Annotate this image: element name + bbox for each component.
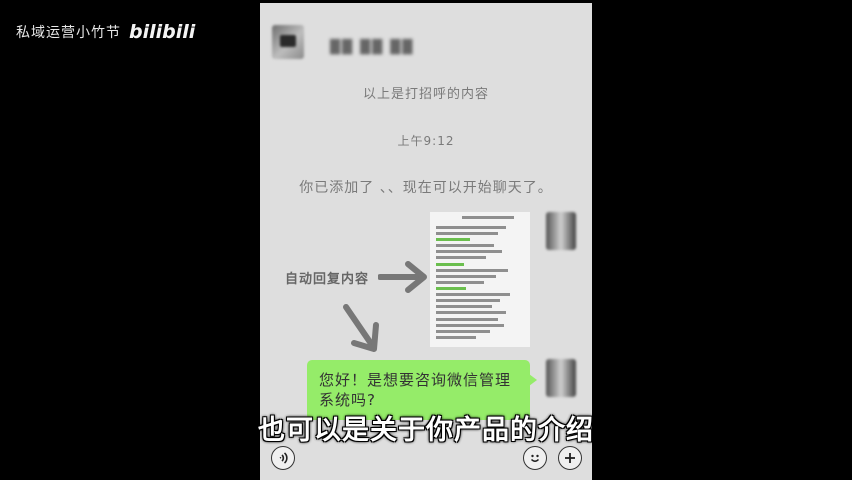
arrow-right-icon [378,261,427,293]
friend-added-notice: 你已添加了 、、现在可以开始聊天了。 [299,180,553,196]
channel-name: 私域运营小竹节 [16,25,121,41]
plus-icon [565,453,575,463]
video-subtitle: 也可以是关于你产品的介绍 [258,415,594,446]
greeting-notice: 以上是打招呼的内容 [362,87,489,102]
emoji-button[interactable] [523,446,547,470]
message-timestamp: 上午9:12 [397,134,455,148]
voice-icon [279,452,288,464]
emoji-icon [530,454,540,462]
bilibili-logo: bilibili [129,21,196,43]
plus-button[interactable] [558,446,582,470]
my-avatar[interactable] [546,212,576,250]
channel-watermark: 私域运营小竹节 bilibili [16,21,195,43]
my-avatar[interactable] [546,359,576,397]
arrow-down-right-icon [343,304,379,352]
auto-reply-screenshot[interactable] [430,212,530,347]
contact-avatar[interactable] [272,25,304,59]
auto-reply-label: 自动回复内容 [285,272,370,287]
voice-button[interactable] [271,446,295,470]
contact-name: ██ ██ ██ [330,40,415,55]
